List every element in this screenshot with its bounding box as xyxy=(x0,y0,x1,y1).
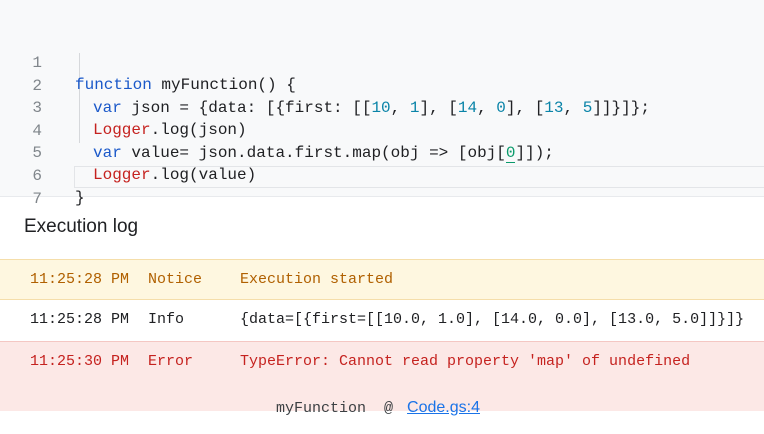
log-level: Error xyxy=(148,353,194,370)
code-line-2[interactable]: 2 var json = {data: [{first: [[10, 1], [… xyxy=(0,53,764,117)
log-row-info: 11:25:28 PM Info {data=[{first=[[10.0, 1… xyxy=(0,300,764,341)
code-line-3[interactable]: 3 Logger.log(json) xyxy=(0,75,764,139)
code-line-6[interactable]: 6 } xyxy=(0,143,764,207)
code-line-7[interactable]: 7 xyxy=(0,166,764,208)
log-message: Execution started xyxy=(240,271,394,288)
execution-log-title: Execution log xyxy=(24,216,139,237)
trace-source-link[interactable]: Code.gs:4 xyxy=(407,399,480,416)
trace-at-symbol: @ xyxy=(384,400,394,417)
code-editor[interactable]: 1 function myFunction() { 2 var json = {… xyxy=(0,0,764,208)
code-line-1[interactable]: 1 function myFunction() { xyxy=(0,30,764,94)
stack-trace: myFunction @ Code.gs:4 xyxy=(240,382,480,434)
code-text: } xyxy=(75,189,85,207)
log-row-error: 11:25:30 PM Error TypeError: Cannot read… xyxy=(0,341,764,417)
log-level: Notice xyxy=(148,271,203,288)
code-line-4[interactable]: 4 var value= json.data.first.map(obj => … xyxy=(0,98,764,163)
log-time: 11:25:28 PM xyxy=(30,271,130,288)
log-message: {data=[{first=[[10.0, 1.0], [14.0, 0.0],… xyxy=(240,311,745,328)
log-time: 11:25:28 PM xyxy=(30,311,130,328)
log-time: 11:25:30 PM xyxy=(30,353,130,370)
log-level: Info xyxy=(148,311,185,328)
log-message: TypeError: Cannot read property 'map' of… xyxy=(240,353,691,370)
trace-function: myFunction xyxy=(276,400,367,417)
log-row-notice: 11:25:28 PM Notice Execution started xyxy=(0,259,764,300)
code-line-5[interactable]: 5 Logger.log(value) xyxy=(0,120,764,184)
line-number: 7 xyxy=(32,190,42,208)
